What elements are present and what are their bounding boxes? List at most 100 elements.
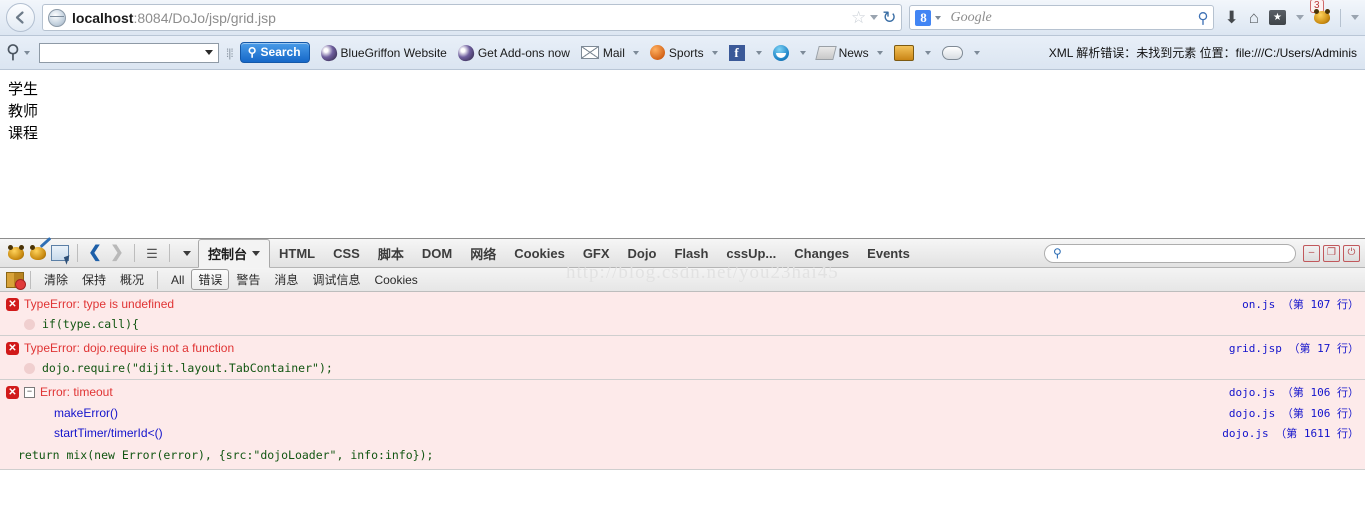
console-filter-cookies[interactable]: Cookies bbox=[367, 271, 424, 289]
search-engine-chevron-icon[interactable] bbox=[935, 15, 942, 20]
addon-notification[interactable]: 3 bbox=[1310, 0, 1330, 24]
console-filter-warnings[interactable]: 警告 bbox=[229, 269, 267, 290]
console-stack-frame[interactable]: startTimer/timerId<() dojo.js （第 1611 行） bbox=[0, 423, 1365, 443]
chevron-down-icon[interactable] bbox=[924, 50, 931, 55]
close-button[interactable]: ⏻ bbox=[1343, 244, 1360, 262]
firebug-search-input[interactable]: ⚲ bbox=[1044, 243, 1296, 263]
tab-flash[interactable]: Flash bbox=[665, 242, 717, 265]
console-entry-source-link[interactable]: on.js （第 107 行） bbox=[1230, 296, 1359, 312]
toolbar-search-icon[interactable]: ⚲ bbox=[6, 43, 20, 62]
tab-script[interactable]: 脚本 bbox=[369, 240, 413, 267]
console-entry-source-link[interactable]: grid.jsp （第 17 行） bbox=[1217, 340, 1359, 356]
menu-icon[interactable]: ☰ bbox=[141, 242, 163, 264]
bookmark-label: Get Add-ons now bbox=[477, 45, 570, 60]
error-icon: ✕ bbox=[6, 297, 19, 311]
stack-frame-source-link[interactable]: dojo.js （第 106 行） bbox=[1217, 405, 1359, 421]
bookmark-star-icon[interactable]: ☆ bbox=[851, 9, 866, 26]
restore-button[interactable]: ❐ bbox=[1323, 244, 1340, 262]
browser-search-placeholder: Google bbox=[950, 9, 992, 25]
panel-menu-chevron-icon[interactable] bbox=[176, 242, 198, 264]
minimize-button[interactable]: – bbox=[1303, 244, 1320, 262]
bookmarks-icon[interactable]: ★ bbox=[1269, 10, 1286, 25]
address-bar[interactable]: localhost:8084/DoJo/jsp/grid.jsp ☆ ↻ bbox=[42, 4, 903, 31]
console-stack-frame[interactable]: makeError() dojo.js （第 106 行） bbox=[0, 403, 1365, 423]
search-button[interactable]: ⚲ Search bbox=[239, 42, 310, 63]
stack-frame-source-link[interactable]: dojo.js （第 1611 行） bbox=[1210, 425, 1359, 441]
combo-chevron-icon[interactable] bbox=[204, 50, 213, 55]
bookmark-item-facebook[interactable]: f bbox=[728, 44, 762, 61]
chevron-down-icon[interactable] bbox=[711, 50, 718, 55]
firebug-inspect-icon[interactable] bbox=[27, 242, 49, 264]
tab-net[interactable]: 网络 bbox=[461, 240, 505, 267]
stack-frame-function[interactable]: startTimer/timerId<() bbox=[54, 426, 163, 440]
downloads-icon[interactable]: ⬇ bbox=[1224, 9, 1238, 26]
bookmark-label: News bbox=[838, 45, 869, 60]
console-filter-all[interactable]: All bbox=[164, 271, 191, 289]
tab-gfx[interactable]: GFX bbox=[574, 242, 619, 265]
error-icon: ✕ bbox=[6, 385, 19, 399]
code-bullet-icon bbox=[24, 318, 35, 330]
chevron-down-icon[interactable] bbox=[876, 50, 883, 55]
chevron-down-icon[interactable] bbox=[632, 50, 639, 55]
console-entry-source-link[interactable]: dojo.js （第 106 行） bbox=[1217, 384, 1359, 400]
reload-icon[interactable]: ↻ bbox=[882, 9, 896, 26]
search-button-label: Search bbox=[260, 45, 301, 59]
inspect-cursor-icon[interactable] bbox=[49, 242, 71, 264]
browser-search-box[interactable]: 8 Google ⚲ bbox=[909, 5, 1215, 30]
bookmark-item-smiley[interactable] bbox=[772, 44, 806, 61]
toolbar-overflow-chevron-icon[interactable] bbox=[1351, 15, 1359, 20]
tab-html[interactable]: HTML bbox=[270, 242, 324, 265]
mail-icon bbox=[580, 46, 599, 59]
stack-frame-function[interactable]: makeError() bbox=[54, 406, 118, 420]
console-filter-info[interactable]: 消息 bbox=[267, 269, 305, 290]
bookmark-label: Sports bbox=[668, 45, 704, 60]
chevron-down-icon[interactable] bbox=[799, 50, 806, 55]
tab-events[interactable]: Events bbox=[858, 242, 919, 265]
bookmark-item-monitor[interactable] bbox=[893, 44, 931, 61]
tab-console[interactable]: 控制台 bbox=[198, 238, 271, 268]
back-button[interactable] bbox=[6, 3, 35, 32]
console-profile-button[interactable]: 概况 bbox=[113, 269, 151, 290]
chevron-down-icon[interactable] bbox=[252, 250, 261, 256]
page-text-line: 教师 bbox=[8, 102, 39, 120]
collapse-toggle-icon[interactable]: − bbox=[24, 386, 35, 398]
console-entry-header[interactable]: ✕ TypeError: type is undefined on.js （第 … bbox=[0, 292, 1365, 315]
tab-cookies[interactable]: Cookies bbox=[505, 242, 574, 265]
console-entry[interactable]: ✕ − Error: timeout dojo.js （第 106 行） mak… bbox=[0, 380, 1365, 470]
firebug-toolbar-icon[interactable] bbox=[1314, 9, 1330, 24]
tab-css[interactable]: CSS bbox=[324, 242, 369, 265]
clear-console-icon[interactable] bbox=[6, 271, 26, 290]
bookmark-item-sports[interactable]: Sports bbox=[649, 45, 718, 60]
firebug-icon[interactable] bbox=[5, 242, 27, 264]
gamepad-icon bbox=[941, 45, 963, 60]
tab-dom[interactable]: DOM bbox=[413, 242, 461, 265]
toolbar-search-combo[interactable] bbox=[38, 42, 219, 63]
chevron-down-icon[interactable] bbox=[973, 50, 980, 55]
toolbar-search-chevron-icon[interactable] bbox=[23, 50, 30, 55]
toolbar-grip-handle[interactable]: ⁞|⁞ bbox=[226, 46, 234, 60]
search-submit-icon[interactable]: ⚲ bbox=[1197, 9, 1208, 27]
nav-back-icon[interactable]: ❮ bbox=[84, 242, 106, 264]
home-icon[interactable]: ⌂ bbox=[1249, 9, 1259, 26]
address-bar-actions: ☆ ↻ bbox=[843, 9, 897, 26]
console-entry-header[interactable]: ✕ TypeError: dojo.require is not a funct… bbox=[0, 336, 1365, 359]
console-entry[interactable]: ✕ TypeError: type is undefined on.js （第 … bbox=[0, 292, 1365, 336]
console-filter-debug[interactable]: 调试信息 bbox=[305, 269, 367, 290]
nav-forward-icon[interactable]: ❯ bbox=[106, 242, 128, 264]
console-entry-header[interactable]: ✕ − Error: timeout dojo.js （第 106 行） bbox=[0, 380, 1365, 403]
bookmark-item-get-add-ons-now[interactable]: Get Add-ons now bbox=[456, 43, 570, 62]
chevron-down-icon[interactable] bbox=[870, 15, 879, 20]
bookmark-item-gamepad[interactable] bbox=[941, 45, 980, 60]
console-filter-errors[interactable]: 错误 bbox=[191, 269, 230, 290]
bookmark-item-news[interactable]: News bbox=[814, 45, 883, 60]
bookmark-item-bluegriffon-website[interactable]: BlueGriffon Website bbox=[319, 43, 447, 62]
tab-dojo[interactable]: Dojo bbox=[619, 242, 666, 265]
console-entry[interactable]: ✕ TypeError: dojo.require is not a funct… bbox=[0, 336, 1365, 380]
console-clear-button[interactable]: 清除 bbox=[37, 269, 75, 290]
console-persist-button[interactable]: 保持 bbox=[75, 269, 113, 290]
bookmarks-chevron-icon[interactable] bbox=[1296, 15, 1304, 20]
tab-changes[interactable]: Changes bbox=[785, 242, 858, 265]
bookmark-item-mail[interactable]: Mail bbox=[580, 46, 639, 60]
tab-cssupdates[interactable]: cssUp... bbox=[717, 242, 785, 265]
chevron-down-icon[interactable] bbox=[755, 50, 762, 55]
